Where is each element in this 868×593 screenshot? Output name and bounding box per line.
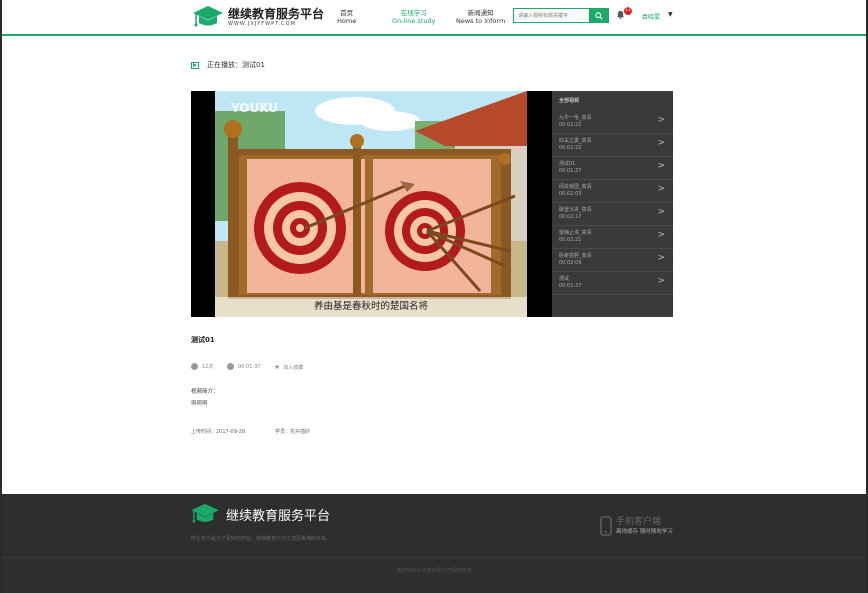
video-frame[interactable]: YOUKU 养由基是春秋时的楚国名将 [215,91,527,317]
mobile-app-title: 手机客户端 [616,517,662,527]
playlist-item-name: 匹夫之勇_高清 [559,138,592,144]
graduation-cap-icon [191,503,219,523]
favorite-label: 加入收藏 [283,364,304,371]
footer-divider [2,557,866,558]
search-button[interactable] [589,9,608,22]
mobile-app-subtitle: 离线缓存 随时随地学习 [616,529,673,535]
nav-online-study-label: 在线学习 [400,9,427,17]
nav-online-study-sub: On-line study [392,17,436,25]
chevron-right-icon: > [657,207,665,217]
eye-icon [191,363,198,370]
nav-news-sub: News to inform [456,17,506,25]
search-box [513,8,609,23]
logo-title: 继续教育服务平台 [228,6,325,21]
search-icon [594,11,603,20]
playlist-item-duration: 00:02:22 [559,122,582,128]
playlist-item-duration: 00:01:37 [559,283,582,289]
now-playing-prefix: 正在播放： [207,61,242,69]
playlist-item[interactable]: 九牛一毛_高清 00:02:22 > [552,111,673,134]
playlist-item-name: 闭关锁国_高清 [559,184,592,190]
site-header: 继续教育服务平台 WWW.JXJYFWPT.COM 首页 Home 在线学习 O… [2,0,866,36]
chevron-right-icon: > [657,230,665,240]
chevron-down-icon[interactable]: ▼ [668,11,673,18]
playlist-item-duration: 00:02:22 [559,145,582,151]
user-name[interactable]: 袁晓雯 [642,12,660,21]
site-logo[interactable]: 继续教育服务平台 WWW.JXJYFWPT.COM [192,4,324,30]
playlist-item[interactable]: 望梅止渴_高清 00:02:21 > [552,226,673,249]
star-icon: ★ [274,363,281,371]
mobile-app-link[interactable]: 手机客户端 离线缓存 随时随地学习 [600,516,673,536]
intro-text: 啊啊啊 [191,401,208,407]
playlist-item-name: 九牛一毛_高清 [559,115,592,121]
graduation-cap-icon [193,6,223,27]
video-duration-value: 00:01:37 [238,363,261,370]
playlist-item-duration: 00:02:09 [559,260,582,266]
footer-copyright: 版权所有©科技有限公司版权所有 [396,568,472,574]
site-footer: 继续教育服务平台 终生学习是为了更好的开始，继续教育只为了迎更美满的未来。 手机… [2,494,866,593]
now-playing: 正在播放： 测试01 [191,60,265,70]
chevron-right-icon: > [657,161,665,171]
favorite-button[interactable]: ★ 加入收藏 [274,363,303,371]
footer-title: 继续教育服务平台 [226,508,331,524]
upload-time: 上传时间：2017-09-28 [191,429,246,435]
playlist-item-name: 卧薪尝胆_高清 [559,253,592,259]
chevron-right-icon: > [657,276,665,286]
video-subtitle: 养由基是春秋时的楚国名将 [215,297,527,317]
playlist-item[interactable]: 匹夫之勇_高清 00:02:22 > [552,134,673,157]
nav-home-label: 首页 [340,9,354,17]
chevron-right-icon: > [657,115,665,125]
chevron-right-icon: > [657,138,665,148]
nav-home[interactable]: 首页 Home [337,9,356,25]
video-title: 测试01 [191,336,215,344]
playlist-title: 全部视频 [559,98,580,104]
playlist-item[interactable]: 卧薪尝胆_高清 00:02:09 > [552,249,673,272]
video-player[interactable]: YOUKU 养由基是春秋时的楚国名将 全部视频 九牛一毛_高清 00:02:22… [191,91,673,317]
nav-online-study[interactable]: 在线学习 On-line study [392,9,435,25]
playlist-item-duration: 00:02:17 [559,214,582,220]
nav-news[interactable]: 新闻通知 News to inform [456,9,505,25]
intro-label: 视频简介： [191,389,219,395]
video-duration: 00:01:37 [227,363,260,370]
video-watermark: YOUKU [231,101,279,115]
search-input[interactable] [514,9,589,22]
playlist-item-name: 破釜沉舟_高清 [559,207,592,213]
clock-icon [227,363,234,370]
nav-home-sub: Home [337,17,357,25]
playlist-item[interactable]: 测试 00:01:37 > [552,272,673,295]
notification-badge: 13 [624,7,632,15]
now-playing-name: 测试01 [242,61,265,69]
playlist-item-duration: 00:02:03 [559,191,582,197]
view-count: 12次 [191,363,213,370]
nav-news-label: 新闻通知 [467,9,494,17]
playlist-item-duration: 00:02:21 [559,237,582,243]
play-icon [191,61,199,69]
playlist-item-name: 测试 [559,276,570,282]
video-scene-image [215,91,527,317]
phone-icon [600,516,612,536]
playlist-item-name: 测试01 [559,161,576,167]
playlist-panel: 全部视频 九牛一毛_高清 00:02:22 > 匹夫之勇_高清 00:02:22… [552,91,673,317]
footer-slogan: 终生学习是为了更好的开始，继续教育只为了迎更美满的未来。 [191,536,332,542]
playlist-item[interactable]: 测试01 00:01:37 > [552,157,673,180]
logo-subtitle: WWW.JXJYFWPT.COM [228,20,296,27]
teacher: 学员：花卉插砂 [275,429,311,435]
playlist-item[interactable]: 闭关锁国_高清 00:02:03 > [552,180,673,203]
footer-logo: 继续教育服务平台 [190,502,330,526]
playlist-item-duration: 00:01:37 [559,168,582,174]
chevron-right-icon: > [657,253,665,263]
view-count-value: 12次 [202,364,214,370]
chevron-right-icon: > [657,184,665,194]
playlist-item[interactable]: 破釜沉舟_高清 00:02:17 > [552,203,673,226]
playlist-item-name: 望梅止渴_高清 [559,230,592,236]
